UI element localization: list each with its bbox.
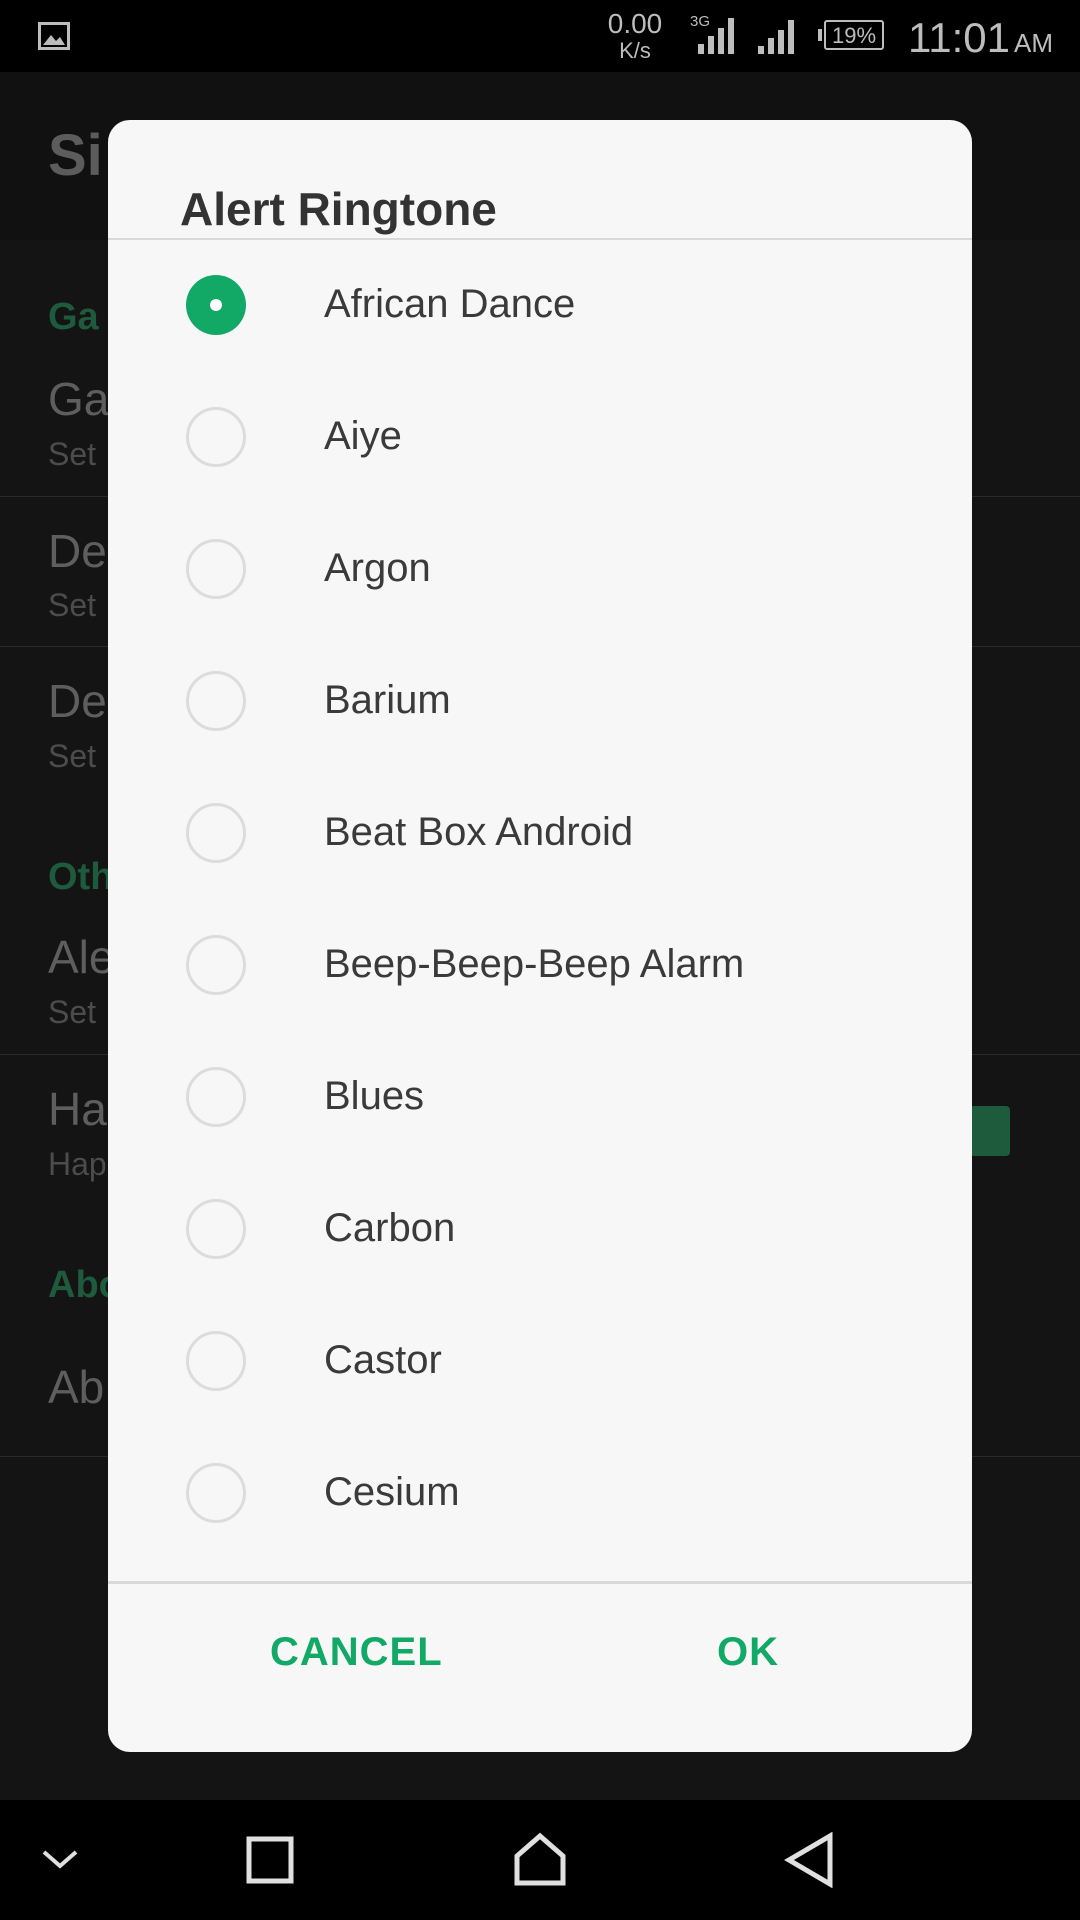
ringtone-label: Aiye (324, 414, 402, 458)
dialog-buttons-divider (108, 1581, 972, 1584)
network-type-label: 3G (690, 13, 710, 30)
ringtone-option-beep-beep-beep-alarm[interactable]: Beep-Beep-Beep Alarm (108, 900, 972, 1032)
bg-section-header: Oth (48, 856, 114, 898)
bg-section-header: Ga (48, 296, 99, 338)
home-icon[interactable] (514, 1832, 566, 1886)
ringtone-option-blues[interactable]: Blues (108, 1032, 972, 1164)
bg-item-title: Ab (48, 1361, 105, 1413)
clock-time: 11:01 (908, 14, 1010, 61)
ringtone-option-beat-box-android[interactable]: Beat Box Android (108, 768, 972, 900)
net-speed-value: 0.00 (607, 8, 663, 39)
ringtone-label: Blues (324, 1074, 425, 1118)
battery-level: 19% (824, 20, 884, 50)
back-triangle-icon[interactable] (784, 1832, 834, 1888)
ringtone-label: Argon (324, 546, 431, 590)
bg-item-subtitle: Set (48, 994, 97, 1030)
ringtone-option-african-dance[interactable]: African Dance (108, 240, 972, 372)
ringtone-option-barium[interactable]: Barium (108, 636, 972, 768)
bg-item-title: Ha (48, 1083, 107, 1135)
bg-item-title: De (48, 525, 107, 577)
net-speed-unit: K/s (619, 38, 651, 63)
bg-item-subtitle: Hap (48, 1146, 107, 1182)
battery-icon: 19% (818, 20, 888, 52)
ringtone-label: Castor (324, 1338, 442, 1382)
dialog-title: Alert Ringtone (180, 183, 497, 235)
ringtone-list: African Dance Aiye Argon Barium Beat Box… (108, 240, 972, 1560)
net-speed: 0.00 K/s (600, 10, 670, 62)
radio-button[interactable] (186, 1463, 246, 1523)
clock-ampm: AM (1014, 28, 1053, 58)
navigation-bar (0, 1800, 1080, 1920)
radio-button[interactable] (186, 1067, 246, 1127)
ringtone-option-carbon[interactable]: Carbon (108, 1164, 972, 1296)
radio-button[interactable] (186, 1199, 246, 1259)
cancel-button[interactable]: CANCEL (270, 1630, 443, 1675)
ringtone-option-castor[interactable]: Castor (108, 1296, 972, 1428)
bg-item-title: Ale (48, 931, 115, 983)
radio-button[interactable] (186, 671, 246, 731)
bg-item-subtitle: Set (48, 436, 97, 472)
screen: 0.00 K/s 3G 19% 11:01 AM Si Ga Ga Set De… (0, 0, 1080, 1920)
ringtone-option-cesium[interactable]: Cesium (108, 1428, 972, 1560)
gallery-icon (38, 22, 70, 50)
status-bar: 0.00 K/s 3G 19% 11:01 AM (0, 0, 1080, 72)
radio-button[interactable] (186, 407, 246, 467)
bg-item-title: Ga (48, 373, 110, 425)
chevron-down-icon[interactable] (40, 1846, 80, 1872)
ringtone-label: Carbon (324, 1206, 456, 1250)
radio-button[interactable] (186, 1331, 246, 1391)
ringtone-label: Cesium (324, 1470, 460, 1514)
radio-button[interactable] (186, 803, 246, 863)
ok-button[interactable]: OK (717, 1630, 779, 1675)
ringtone-label: Barium (324, 678, 451, 722)
bg-item-subtitle: Set (48, 738, 97, 774)
signal-icon (758, 20, 794, 54)
clock: 11:01 AM (908, 14, 1053, 62)
radio-button[interactable] (186, 539, 246, 599)
radio-button-selected[interactable] (186, 275, 246, 335)
ringtone-dialog: Alert Ringtone African Dance Aiye Argon … (108, 120, 972, 1752)
ringtone-label: Beep-Beep-Beep Alarm (324, 942, 745, 986)
app-title: Si (48, 123, 103, 188)
bg-item-title: De (48, 675, 107, 727)
ringtone-option-aiye[interactable]: Aiye (108, 372, 972, 504)
ringtone-label: Beat Box Android (324, 810, 634, 854)
recents-square-icon[interactable] (246, 1836, 294, 1884)
radio-button[interactable] (186, 935, 246, 995)
signal-3g-icon: 3G (690, 13, 734, 54)
ringtone-label: African Dance (324, 282, 576, 326)
bg-checkbox (970, 1106, 1010, 1156)
bg-item-subtitle: Set (48, 587, 97, 623)
ringtone-option-argon[interactable]: Argon (108, 504, 972, 636)
